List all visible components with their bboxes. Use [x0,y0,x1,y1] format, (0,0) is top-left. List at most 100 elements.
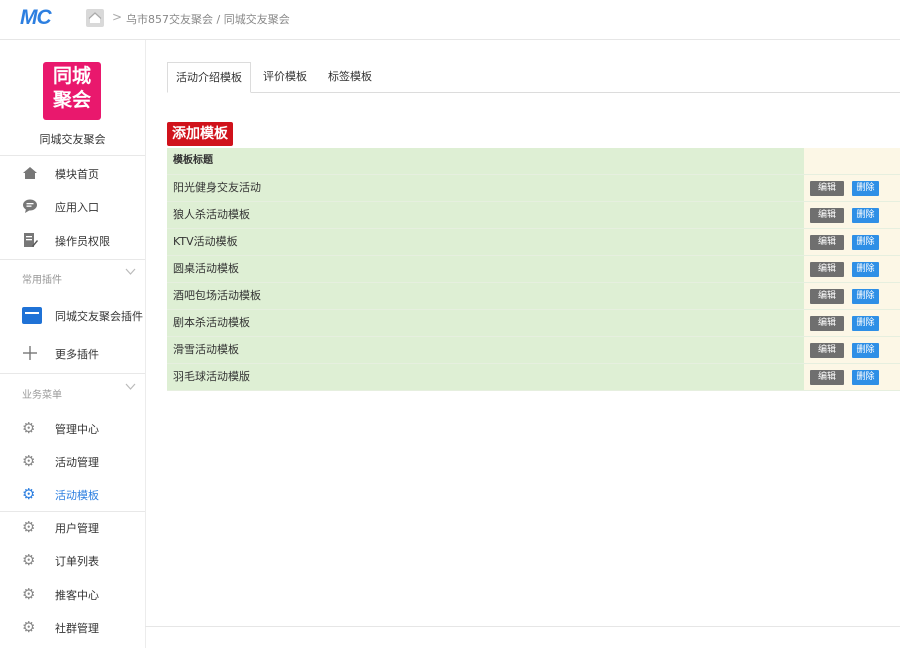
delete-button[interactable]: 删除 [852,262,879,277]
tab-activity-intro-template[interactable]: 活动介绍模板 [167,62,251,93]
table-row: 圆桌活动模板 编辑 删除 [167,256,900,283]
edit-button[interactable]: 编辑 [810,316,844,331]
row-title: KTV活动模板 [167,229,804,255]
row-actions: 编辑 删除 [804,283,900,309]
gear-icon: ⚙ [22,551,36,569]
sidebar-item-user-management[interactable]: ⚙ 用户管理 [0,512,145,542]
footer-divider [145,626,900,627]
gear-icon: ⚙ [22,618,36,636]
brand-name: 同城交友聚会 [39,133,106,146]
chevron-down-icon[interactable] [125,268,136,279]
tab-review-template[interactable]: 评价模板 [255,62,315,91]
sidebar-item-label: 同城交友聚会插件 [55,310,143,323]
sidebar-item-label: 推客中心 [55,589,99,602]
sidebar-item-community-management[interactable]: ⚙ 社群管理 [0,612,145,642]
sidebar-item-plugin[interactable]: 同城交友聚会插件 [0,300,145,330]
delete-button[interactable]: 删除 [852,208,879,223]
sidebar-item-activity-templates[interactable]: ⚙ 活动模板 [0,479,145,509]
table-header-row: 模板标题 [167,148,900,175]
sidebar: 同城 聚会 同城交友聚会 模块首页 应用入口 操作员权限 常用插件 同城交友聚会… [0,40,146,648]
row-title: 剧本杀活动模板 [167,310,804,336]
edit-button[interactable]: 编辑 [810,181,844,196]
row-title: 酒吧包场活动模板 [167,283,804,309]
table-row: 羽毛球活动模版 编辑 删除 [167,364,900,391]
divider [0,373,145,374]
table-row: 阳光健身交友活动 编辑 删除 [167,175,900,202]
sidebar-item-label: 模块首页 [55,168,99,181]
sidebar-item-activity-management[interactable]: ⚙ 活动管理 [0,446,145,476]
brand-logo-text-1: 同城 [52,65,91,87]
row-actions: 编辑 删除 [804,310,900,336]
delete-button[interactable]: 删除 [852,235,879,250]
row-title: 阳光健身交友活动 [167,175,804,201]
delete-button[interactable]: 删除 [852,343,879,358]
row-actions: 编辑 删除 [804,256,900,282]
sidebar-item-label: 用户管理 [55,522,99,535]
sidebar-item-promoter-center[interactable]: ⚙ 推客中心 [0,579,145,609]
column-header-ops [804,148,900,174]
gear-icon: ⚙ [22,585,36,603]
table-row: 酒吧包场活动模板 编辑 删除 [167,283,900,310]
row-title: 圆桌活动模板 [167,256,804,282]
add-template-button[interactable]: 添加模板 [167,122,233,146]
sidebar-item-home[interactable]: 模块首页 [0,158,145,188]
sidebar-item-label: 更多插件 [55,348,99,361]
sidebar-item-management-center[interactable]: ⚙ 管理中心 [0,413,145,443]
chevron-down-icon[interactable] [125,383,136,394]
edit-button[interactable]: 编辑 [810,370,844,385]
sidebar-item-operator-permissions[interactable]: 操作员权限 [0,225,145,255]
sidebar-item-label: 应用入口 [55,201,99,214]
sidebar-item-order-list[interactable]: ⚙ 订单列表 [0,545,145,575]
row-actions: 编辑 删除 [804,337,900,363]
brand-logo: 同城 聚会 [43,62,101,120]
sidebar-item-label: 社群管理 [55,622,99,635]
gear-icon: ⚙ [22,485,36,503]
plugin-app-icon [22,307,42,324]
breadcrumb-separator: > [112,10,123,24]
edit-button[interactable]: 编辑 [810,262,844,277]
home-icon [22,165,38,181]
gear-icon: ⚙ [22,452,36,470]
row-actions: 编辑 删除 [804,364,900,390]
edit-button[interactable]: 编辑 [810,235,844,250]
section-header-plugins[interactable]: 常用插件 [22,271,62,286]
divider [0,155,145,156]
template-tabs: 活动介绍模板 评价模板 标签模板 [167,62,900,93]
sidebar-item-label: 活动模板 [55,489,99,502]
brand-logo-text-2: 聚会 [52,89,91,111]
top-bar: MC > 乌市857交友聚会 / 同城交友聚会 [0,0,900,40]
row-title: 羽毛球活动模版 [167,364,804,390]
table-row: 狼人杀活动模板 编辑 删除 [167,202,900,229]
section-header-business[interactable]: 业务菜单 [22,386,62,401]
row-title: 滑雪活动模板 [167,337,804,363]
sidebar-item-app-entry[interactable]: 应用入口 [0,191,145,221]
delete-button[interactable]: 删除 [852,289,879,304]
edit-button[interactable]: 编辑 [810,208,844,223]
app-logo[interactable]: MC [20,6,52,30]
edit-doc-icon [22,232,38,248]
chat-icon [22,198,38,214]
template-table: 模板标题 阳光健身交友活动 编辑 删除 狼人杀活动模板 编辑 删除 KTV活动模… [167,148,900,391]
row-actions: 编辑 删除 [804,229,900,255]
row-actions: 编辑 删除 [804,175,900,201]
sidebar-item-more-plugins[interactable]: 更多插件 [0,338,145,368]
delete-button[interactable]: 删除 [852,370,879,385]
plus-icon [22,345,38,361]
home-icon[interactable] [86,9,104,27]
tab-tag-template[interactable]: 标签模板 [321,62,379,91]
sidebar-item-label: 操作员权限 [55,235,110,248]
edit-button[interactable]: 编辑 [810,289,844,304]
sidebar-item-label: 活动管理 [55,456,99,469]
table-row: 剧本杀活动模板 编辑 删除 [167,310,900,337]
row-title: 狼人杀活动模板 [167,202,804,228]
sidebar-item-label: 订单列表 [55,555,99,568]
sidebar-item-label: 管理中心 [55,423,99,436]
gear-icon: ⚙ [22,518,36,536]
table-row: KTV活动模板 编辑 删除 [167,229,900,256]
column-header-title: 模板标题 [167,148,804,174]
delete-button[interactable]: 删除 [852,181,879,196]
divider [0,259,145,260]
delete-button[interactable]: 删除 [852,316,879,331]
breadcrumb[interactable]: 乌市857交友聚会 / 同城交友聚会 [126,11,290,27]
edit-button[interactable]: 编辑 [810,343,844,358]
